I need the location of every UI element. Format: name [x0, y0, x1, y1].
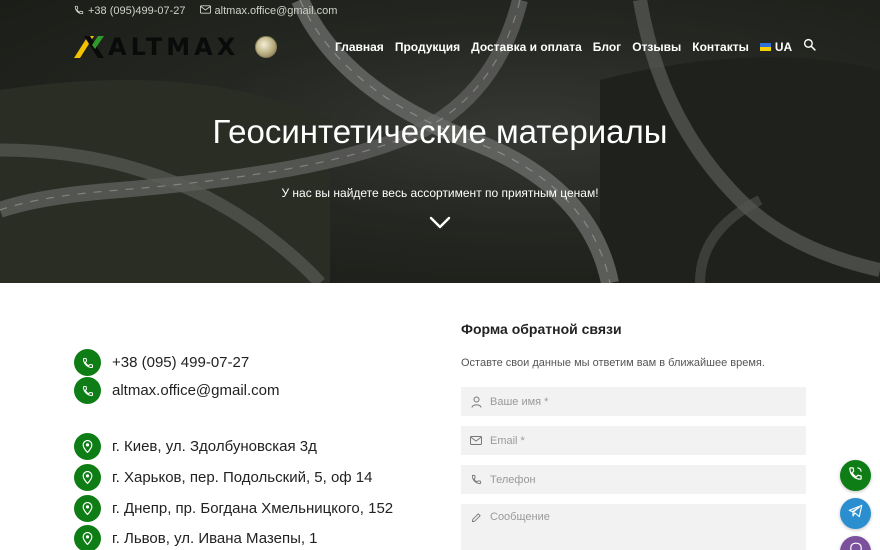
logo-mark-icon	[74, 36, 104, 58]
topbar-phone[interactable]: +38 (095)499-07-27	[74, 5, 186, 18]
topbar-phone-text: +38 (095)499-07-27	[88, 5, 186, 17]
search-icon[interactable]	[803, 38, 816, 56]
viber-button[interactable]	[840, 536, 871, 550]
viber-icon	[849, 542, 863, 550]
nav-item-delivery[interactable]: Доставка и оплата	[471, 40, 582, 54]
topbar-email-text: altmax.office@gmail.com	[214, 5, 338, 17]
pencil-icon	[470, 511, 482, 523]
telegram-button[interactable]	[840, 498, 871, 529]
contact-phone[interactable]: +38 (095) 499-07-27	[74, 349, 249, 376]
contact-address: г. Львов, ул. Ивана Мазепы, 1	[74, 525, 318, 550]
logo-badge-icon	[255, 36, 278, 58]
mail-icon	[470, 435, 482, 447]
nav-item-blog[interactable]: Блог	[593, 40, 621, 54]
phone-icon	[848, 466, 863, 486]
name-input[interactable]	[490, 395, 790, 408]
main-nav: Главная Продукция Доставка и оплата Блог…	[335, 38, 816, 56]
chevron-down-icon[interactable]	[429, 216, 451, 235]
language-label: UA	[774, 40, 793, 54]
site-logo[interactable]: ALTMAX	[74, 33, 278, 61]
contact-address-text: г. Харьков, пер. Подольский, 5, оф 14	[112, 469, 373, 486]
contact-address: г. Киев, ул. Здолбуновская 3д	[74, 433, 317, 460]
contact-address-text: г. Львов, ул. Ивана Мазепы, 1	[112, 530, 318, 547]
nav-item-reviews[interactable]: Отзывы	[632, 40, 681, 54]
nav-item-contacts[interactable]: Контакты	[692, 40, 749, 54]
contact-email[interactable]: altmax.office@gmail.com	[74, 377, 280, 404]
topbar: +38 (095)499-07-27 altmax.office@gmail.c…	[74, 4, 337, 18]
telegram-icon	[848, 504, 863, 523]
hero-title: Геосинтетические материалы	[212, 113, 668, 150]
nav-item-home[interactable]: Главная	[335, 40, 384, 54]
contact-address: г. Днепр, пр. Богдана Хмельницкого, 152	[74, 495, 393, 522]
map-pin-icon	[74, 464, 101, 491]
map-pin-icon	[74, 495, 101, 522]
mail-icon	[199, 5, 211, 17]
user-icon	[470, 396, 482, 408]
language-switcher[interactable]: UA	[759, 40, 793, 54]
ukraine-flag-icon	[759, 43, 771, 51]
phone-input[interactable]	[490, 473, 790, 486]
phone-field	[461, 465, 806, 494]
hero-banner: +38 (095)499-07-27 altmax.office@gmail.c…	[0, 0, 880, 283]
map-pin-icon	[74, 433, 101, 460]
phone-icon	[74, 349, 101, 376]
email-input[interactable]	[490, 434, 790, 447]
form-subtitle: Оставте свои данные мы ответим вам в бли…	[461, 357, 765, 369]
form-title: Форма обратной связи	[461, 321, 622, 337]
map-pin-icon	[74, 525, 101, 550]
name-field	[461, 387, 806, 416]
contact-address-text: г. Днепр, пр. Богдана Хмельницкого, 152	[112, 500, 394, 517]
contact-phone-text: +38 (095) 499-07-27	[112, 354, 250, 371]
nav-item-products[interactable]: Продукция	[395, 40, 460, 54]
contact-address: г. Харьков, пер. Подольский, 5, оф 14	[74, 464, 373, 491]
hero-subtitle: У нас вы найдете весь ассортимент по при…	[281, 186, 599, 200]
contact-address-text: г. Киев, ул. Здолбуновская 3д	[112, 438, 317, 455]
email-field	[461, 426, 806, 455]
phone-icon	[74, 377, 101, 404]
call-button[interactable]	[840, 460, 871, 491]
contact-email-text: altmax.office@gmail.com	[112, 382, 280, 399]
phone-icon	[74, 5, 84, 18]
phone-icon	[470, 474, 482, 486]
topbar-email[interactable]: altmax.office@gmail.com	[199, 5, 338, 17]
message-input[interactable]	[490, 511, 790, 550]
logo-text: ALTMAX	[108, 33, 240, 61]
message-field	[461, 504, 806, 550]
